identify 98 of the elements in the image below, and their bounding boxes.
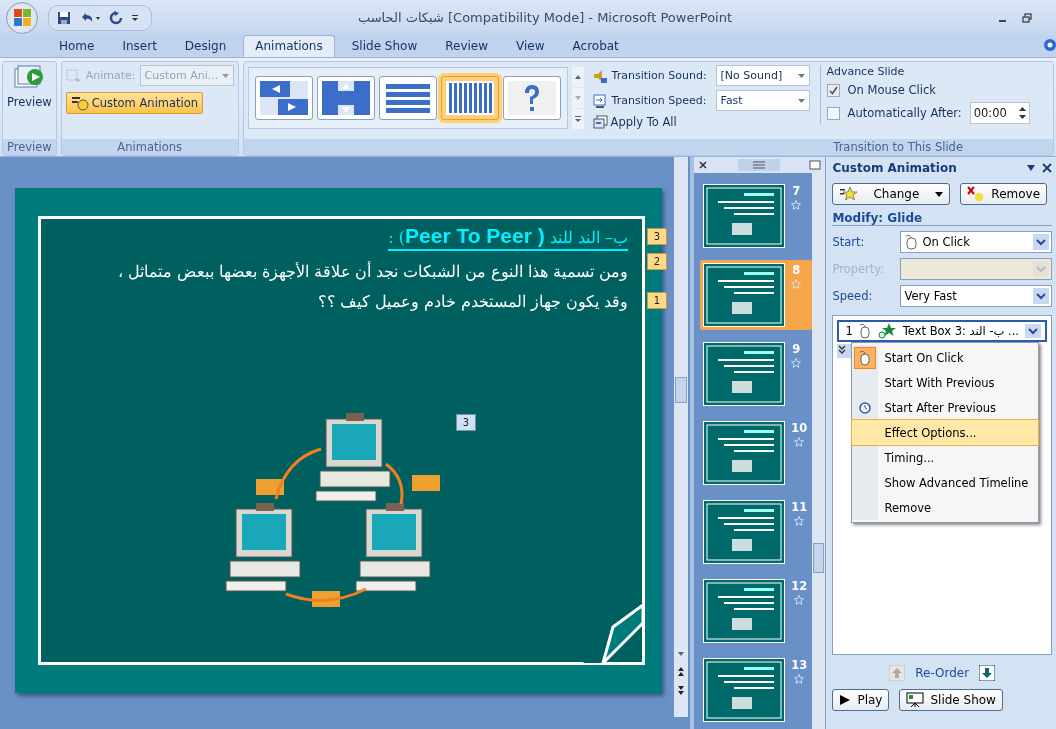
play-icon: [839, 694, 852, 706]
transition-thumbnail[interactable]: [378, 76, 437, 120]
play-button[interactable]: Play: [832, 689, 890, 711]
ribbon-tab[interactable]: Review: [434, 36, 500, 57]
slide-number: 8: [792, 263, 801, 277]
slide-number: 11: [791, 500, 808, 514]
pane-menu-icon[interactable]: [1026, 164, 1036, 172]
sound-dropdown[interactable]: [No Sound]: [715, 65, 810, 86]
ribbon-tab[interactable]: Home: [48, 36, 106, 57]
animate-icon: [65, 68, 82, 83]
slides-tab-icon[interactable]: [809, 160, 822, 170]
reorder-label: Re-Order: [915, 666, 970, 680]
window-title: شبكات الحاسب [Compatibility Mode] - Microsoft PowerPoint: [356, 10, 734, 25]
transition-thumbnail[interactable]: [316, 76, 375, 120]
start-dropdown[interactable]: On Click: [900, 231, 1052, 253]
star-icon: [791, 200, 802, 210]
apply-all-icon: [591, 115, 608, 129]
advance-slide-label: Advance Slide: [826, 65, 906, 78]
office-button[interactable]: [6, 1, 38, 34]
redo-icon[interactable]: [109, 10, 123, 25]
mouse-icon: [904, 234, 919, 250]
group-label: Animations: [61, 139, 238, 155]
slide-number: 13: [791, 658, 808, 672]
scrollbar-thumb[interactable]: [813, 543, 825, 573]
spin-arrows-icon[interactable]: [1018, 107, 1026, 119]
close-icon[interactable]: [1042, 163, 1052, 173]
star-icon: [794, 674, 805, 684]
gallery-more-icon[interactable]: [571, 109, 584, 129]
ribbon-tab[interactable]: Animations: [243, 35, 335, 57]
ribbon-tab[interactable]: Acrobat: [561, 36, 630, 57]
restore-icon[interactable]: [1022, 12, 1032, 23]
star-icon: [876, 323, 897, 339]
apply-to-all-button[interactable]: Apply To All: [591, 115, 810, 129]
modify-heading: Modify: Glide: [832, 211, 1052, 226]
scrollbar-thumb[interactable]: [675, 377, 688, 403]
pane-title: Custom Animation: [832, 161, 958, 175]
change-button[interactable]: Change: [832, 183, 951, 205]
animation-tag: 3: [647, 228, 667, 245]
dropdown-arrow-icon: [222, 73, 230, 78]
animate-label: Animate:: [85, 69, 136, 82]
mouse-icon: [858, 323, 871, 339]
animation-tag: 2: [647, 253, 667, 270]
ribbon-tab[interactable]: Design: [173, 36, 238, 57]
customize-icon[interactable]: [131, 12, 139, 23]
ribbon-tab[interactable]: View: [505, 36, 556, 57]
star-icon: [794, 437, 805, 447]
time-spinner[interactable]: 00:00: [969, 102, 1030, 124]
slide-number: 7: [792, 184, 801, 198]
scroll-up-icon[interactable]: [571, 67, 584, 87]
slide-number: 9: [792, 342, 801, 356]
animation-tag: 3: [456, 414, 476, 431]
dropdown-arrow-icon: [935, 191, 944, 197]
mouse-icon: [859, 349, 872, 366]
move-down-icon[interactable]: [979, 665, 996, 681]
group-label: Preview: [3, 139, 56, 155]
transition-thumbnail[interactable]: [440, 76, 499, 120]
checkmark-icon: [828, 85, 838, 95]
projector-screen-icon: [906, 692, 925, 708]
custom-animation-icon: [70, 95, 89, 111]
ribbon-tab[interactable]: Insert: [111, 36, 168, 57]
menu-item[interactable]: Start After Previous: [852, 395, 1039, 420]
speed-icon: [591, 92, 608, 109]
on-mouse-click-checkbox[interactable]: On Mouse Click: [826, 83, 1030, 97]
slide-text: ومن تسمية هذا النوع من الشبكات نجد أن علاقة الأجهزة بعضها ببعض متماثل ،: [117, 263, 628, 281]
start-label: Start:: [832, 235, 866, 249]
save-icon[interactable]: [57, 10, 71, 25]
slide-number: 12: [791, 579, 808, 593]
clock-icon: [859, 401, 872, 414]
star-icon: [839, 186, 858, 202]
menu-item[interactable]: Timing...: [852, 445, 1039, 470]
speed-label: Transition Speed:: [611, 94, 708, 107]
speed-dropdown[interactable]: Fast: [715, 90, 810, 111]
star-icon: [794, 595, 805, 605]
speed-label: Speed:: [832, 289, 874, 303]
expand-icon[interactable]: [837, 345, 848, 355]
dropdown-arrow-icon: [797, 98, 805, 103]
dropdown-arrow-icon: [797, 73, 805, 78]
star-icon: [791, 279, 802, 289]
sound-label: Transition Sound:: [611, 69, 708, 82]
remove-effect-icon: [967, 186, 986, 202]
slide-text: وقد يكون جهاز المستخدم خادم وعميل كيف ؟؟: [317, 293, 628, 311]
outline-icon: [751, 161, 766, 169]
star-icon: [791, 358, 802, 368]
menu-item[interactable]: Effect Options...: [852, 420, 1039, 445]
automatically-after-checkbox[interactable]: Automatically After:: [826, 106, 962, 120]
transition-thumbnail[interactable]: [502, 76, 561, 120]
remove-button[interactable]: Remove: [960, 183, 1048, 205]
close-icon[interactable]: [698, 160, 709, 170]
transition-thumbnail[interactable]: [254, 76, 313, 120]
animation-tag: 1: [647, 292, 667, 309]
speed-dropdown[interactable]: Very Fast: [900, 285, 1052, 307]
preview-button[interactable]: Preview: [7, 65, 52, 109]
slide-show-button[interactable]: Slide Show: [899, 689, 1003, 711]
slide-number: 10: [791, 421, 808, 435]
group-label: Transition to This Slide: [243, 139, 1053, 155]
help-icon[interactable]: [1044, 39, 1056, 51]
ribbon-tab[interactable]: Slide Show: [340, 36, 429, 57]
star-icon: [794, 516, 805, 526]
